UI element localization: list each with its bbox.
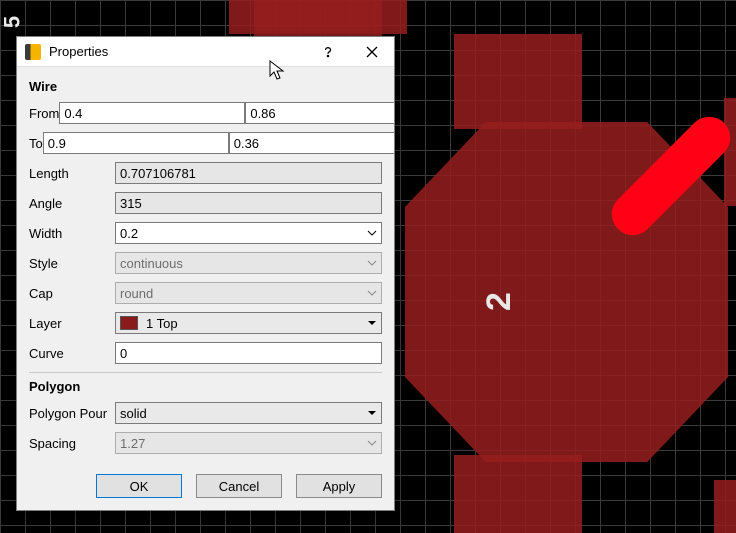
copper-region xyxy=(714,480,736,533)
label-curve: Curve xyxy=(29,346,115,361)
curve-input[interactable] xyxy=(115,342,382,364)
spacing-value: 1.27 xyxy=(120,436,145,451)
copper-trace xyxy=(454,34,582,129)
style-value: continuous xyxy=(120,256,183,271)
dialog-title: Properties xyxy=(49,44,306,59)
label-from: From xyxy=(29,106,59,121)
caret-down-icon xyxy=(367,406,377,421)
to-x-input[interactable] xyxy=(43,132,229,154)
chevron-down-icon xyxy=(367,286,377,301)
width-combobox[interactable]: 0.2 xyxy=(115,222,382,244)
label-spacing: Spacing xyxy=(29,436,115,451)
copper-region xyxy=(724,98,736,206)
length-output xyxy=(115,162,382,184)
pour-value: solid xyxy=(120,406,147,421)
titlebar[interactable]: Properties xyxy=(17,37,394,67)
chevron-down-icon xyxy=(367,226,377,241)
section-polygon: Polygon xyxy=(29,379,382,394)
chevron-down-icon xyxy=(367,256,377,271)
layer-value: 1 Top xyxy=(146,316,178,331)
copper-trace xyxy=(454,455,582,533)
spacing-combobox: 1.27 xyxy=(115,432,382,454)
label-width: Width xyxy=(29,226,115,241)
ok-button[interactable]: OK xyxy=(96,474,182,498)
cap-combobox: round xyxy=(115,282,382,304)
pour-combobox[interactable]: solid xyxy=(115,402,382,424)
label-pour: Polygon Pour xyxy=(29,406,115,421)
pad-label-2: 2 xyxy=(480,292,519,311)
app-icon xyxy=(25,44,41,60)
to-y-input[interactable] xyxy=(229,132,394,154)
close-button[interactable] xyxy=(350,37,394,67)
properties-dialog: Properties Wire From To Length Angle xyxy=(16,36,395,511)
divider xyxy=(29,372,382,373)
layer-color-swatch xyxy=(120,316,138,330)
label-to: To xyxy=(29,136,43,151)
layer-combobox[interactable]: 1 Top xyxy=(115,312,382,334)
label-cap: Cap xyxy=(29,286,115,301)
cap-value: round xyxy=(120,286,153,301)
label-angle: Angle xyxy=(29,196,115,211)
from-y-input[interactable] xyxy=(245,102,394,124)
from-x-input[interactable] xyxy=(59,102,245,124)
apply-button[interactable]: Apply xyxy=(296,474,382,498)
cancel-button[interactable]: Cancel xyxy=(196,474,282,498)
style-combobox: continuous xyxy=(115,252,382,274)
width-value: 0.2 xyxy=(120,226,138,241)
help-button[interactable] xyxy=(306,37,350,67)
section-wire: Wire xyxy=(29,79,382,94)
label-length: Length xyxy=(29,166,115,181)
angle-output xyxy=(115,192,382,214)
caret-down-icon xyxy=(367,316,377,331)
chevron-down-icon xyxy=(367,436,377,451)
label-layer: Layer xyxy=(29,316,115,331)
label-style: Style xyxy=(29,256,115,271)
